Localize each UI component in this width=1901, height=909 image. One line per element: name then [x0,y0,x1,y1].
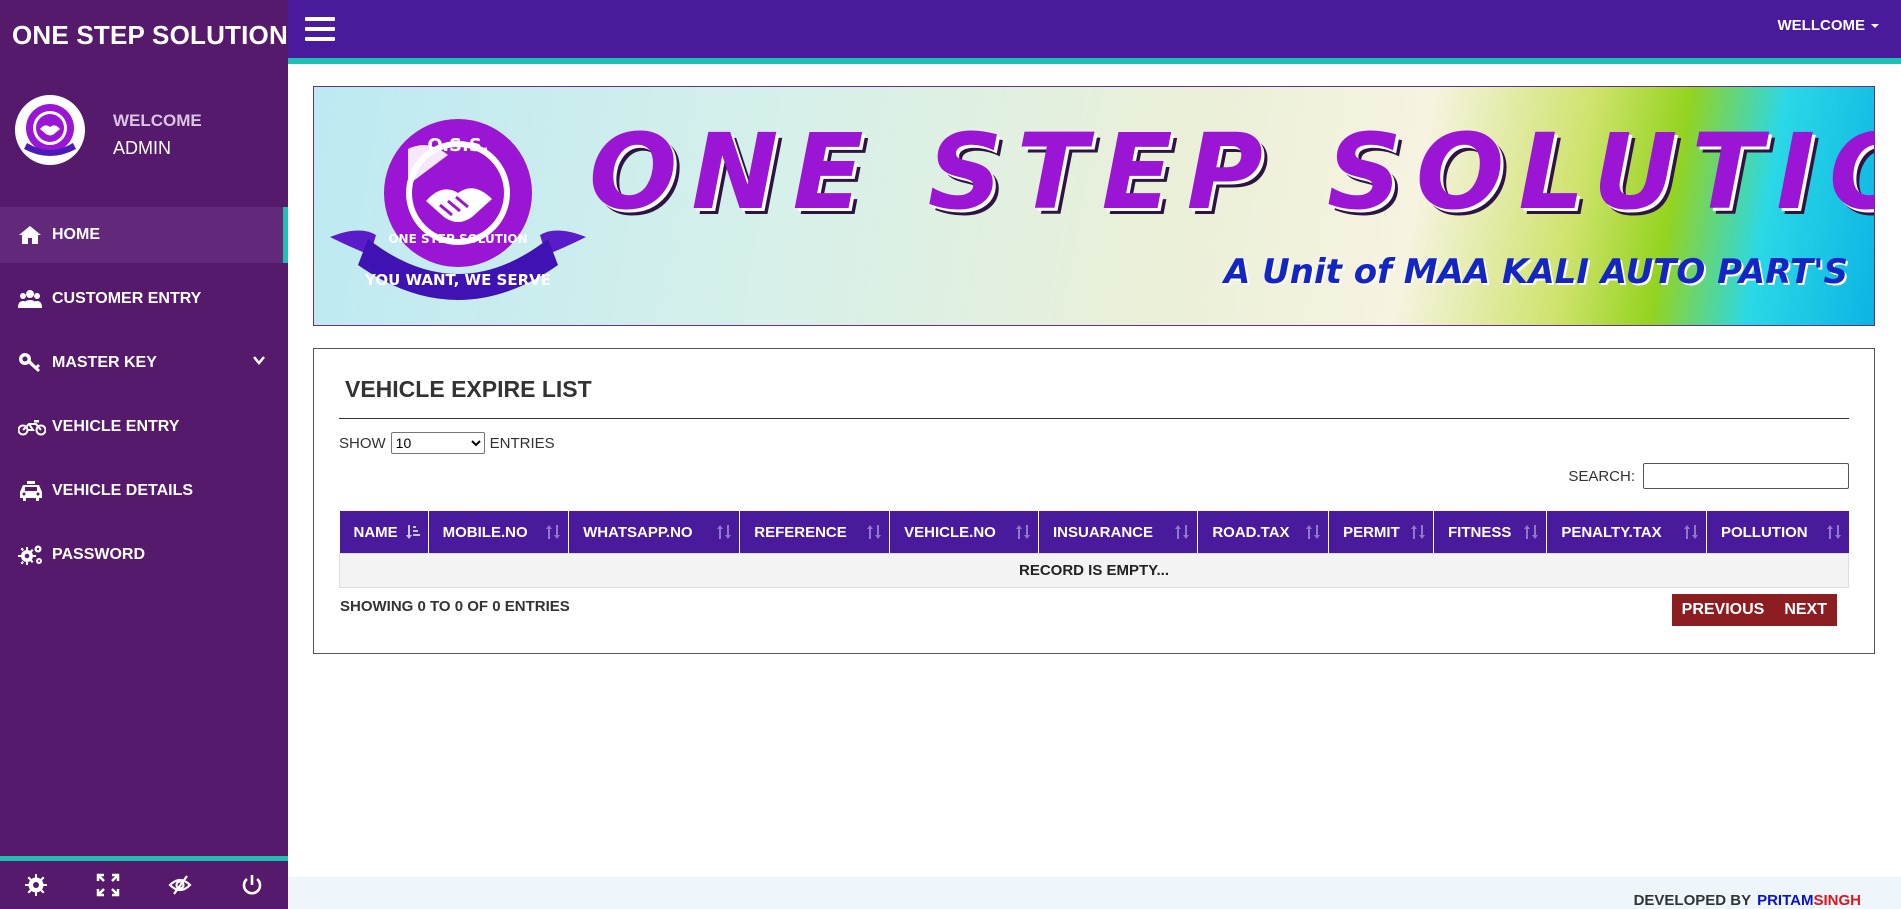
column-header-pollution[interactable]: POLLUTION [1706,511,1849,554]
sort-asc-icon [405,524,420,540]
table-row: RECORD IS EMPTY... [339,553,1849,588]
column-header-mobile[interactable]: MOBILE.NO [428,511,570,554]
developed-by-label: DEVELOPED BY [1633,892,1752,909]
sort-icon [1306,524,1321,540]
search-input[interactable] [1643,463,1849,489]
taxi-icon [18,480,50,502]
user-panel: WELCOME ADMIN [0,70,288,170]
user-name: ADMIN [113,138,171,158]
sort-icon [1175,524,1190,540]
menu-toggle-icon[interactable] [305,17,335,43]
column-header-fitness[interactable]: FITNESS [1433,511,1548,554]
search-control: SEARCH: [1568,463,1849,489]
column-header-vehicle-no[interactable]: VEHICLE.NO [889,511,1040,554]
column-header-road-tax[interactable]: ROAD.TAX [1197,511,1330,554]
column-header-reference[interactable]: REFERENCE [739,511,891,554]
sidebar-item-home[interactable]: HOME [0,207,288,263]
brand-title: ONE STEP SOLUTION [12,20,288,50]
banner-subtitle: A Unit of MAA KALI AUTO PART'S [1224,252,1848,292]
users-icon [18,288,50,310]
divider [339,418,1849,419]
sort-icon [867,524,882,540]
developer-credit: DEVELOPED BY PRITAMSINGH [1634,892,1861,909]
motorcycle-icon [18,416,50,438]
key-icon [18,352,50,374]
avatar [15,95,85,165]
sort-icon [1016,524,1031,540]
sidebar-item-label: PASSWORD [52,546,146,563]
fullscreen-icon[interactable] [88,865,128,905]
column-header-whatsapp[interactable]: WHATSAPP.NO [568,511,741,554]
welcome-label: WELCOME [113,111,202,130]
developer-name-part1: PRITAM [1757,892,1814,909]
user-menu-label: WELLCOME [1777,17,1866,34]
sidebar-item-label: MASTER KEY [52,354,157,371]
table-header-row: NAME MOBILE.NO WHATSAPP.NO REFERENCE VEH… [339,511,1849,554]
sort-icon [1683,524,1698,540]
logo-top-text: O.S.S. [427,135,488,156]
sidebar-item-label: VEHICLE ENTRY [52,418,180,435]
table-info: SHOWING 0 TO 0 OF 0 ENTRIES [340,598,570,615]
search-label: SEARCH: [1568,467,1635,485]
pagination: PREVIOUS NEXT [1671,594,1837,626]
chevron-down-icon[interactable] [252,353,265,365]
sidebar-footer [0,856,288,909]
user-menu-dropdown[interactable]: WELLCOME [1777,17,1879,34]
previous-button[interactable]: PREVIOUS [1672,594,1775,626]
banner-title: ONE STEP SOLUTION [589,111,1874,233]
sort-icon [1411,524,1425,540]
power-icon[interactable] [232,865,272,905]
sidebar-item-label: HOME [52,226,100,243]
oss-logo-icon: O.S.S. ONE STEP SOLUTION YOU WANT, WE SE… [330,119,586,300]
gears-icon [18,544,50,566]
sidebar-menu: HOME CUSTOMER ENTRY MASTER KEY VEHICLE E… [0,207,288,591]
sidebar-item-label: CUSTOMER ENTRY [52,290,202,307]
sort-icon [1524,524,1539,540]
show-label: SHOW [339,434,386,452]
vehicle-expire-panel: VEHICLE EXPIRE LIST SHOW 10 ENTRIES SEAR… [313,348,1875,654]
brand-banner: O.S.S. ONE STEP SOLUTION YOU WANT, WE SE… [313,86,1875,326]
page-footer: DEVELOPED BY PRITAMSINGH [288,877,1901,909]
sidebar-item-password[interactable]: PASSWORD [0,527,288,583]
sidebar-item-customer-entry[interactable]: CUSTOMER ENTRY [0,271,288,327]
panel-title: VEHICLE EXPIRE LIST [345,376,592,402]
sidebar-item-vehicle-details[interactable]: VEHICLE DETAILS [0,463,288,519]
caret-down-icon [1871,24,1879,29]
column-header-permit[interactable]: PERMIT [1328,511,1434,554]
logo-ribbon-text: YOU WANT, WE SERVE [364,271,551,289]
sidebar: ONE STEP SOLUTION WELCOME ADMIN HOME CUS [0,0,288,909]
sort-icon [1826,524,1841,540]
entries-length-control: SHOW 10 ENTRIES [339,432,555,454]
hide-eye-icon[interactable] [160,865,200,905]
sidebar-item-vehicle-entry[interactable]: VEHICLE ENTRY [0,399,288,455]
sidebar-item-master-key[interactable]: MASTER KEY [0,335,288,391]
home-icon [18,224,50,246]
empty-table-message: RECORD IS EMPTY... [339,553,1849,588]
column-header-insuarance[interactable]: INSUARANCE [1038,511,1199,554]
column-header-name[interactable]: NAME [339,511,429,554]
oss-logo-icon [24,104,76,156]
developer-name-part2: SINGH [1813,892,1861,909]
sidebar-item-label: VEHICLE DETAILS [52,482,194,499]
topbar: WELLCOME [288,0,1901,64]
vehicle-expire-table: NAME MOBILE.NO WHATSAPP.NO REFERENCE VEH… [339,511,1849,588]
next-button[interactable]: NEXT [1774,594,1837,626]
settings-icon[interactable] [16,865,56,905]
sort-icon [717,524,732,540]
sort-icon [546,524,561,540]
column-header-penalty-tax[interactable]: PENALTY.TAX [1546,511,1707,554]
entries-select[interactable]: 10 [390,432,485,454]
logo-ring-text: ONE STEP SOLUTION [388,232,527,246]
entries-label: ENTRIES [489,434,555,452]
